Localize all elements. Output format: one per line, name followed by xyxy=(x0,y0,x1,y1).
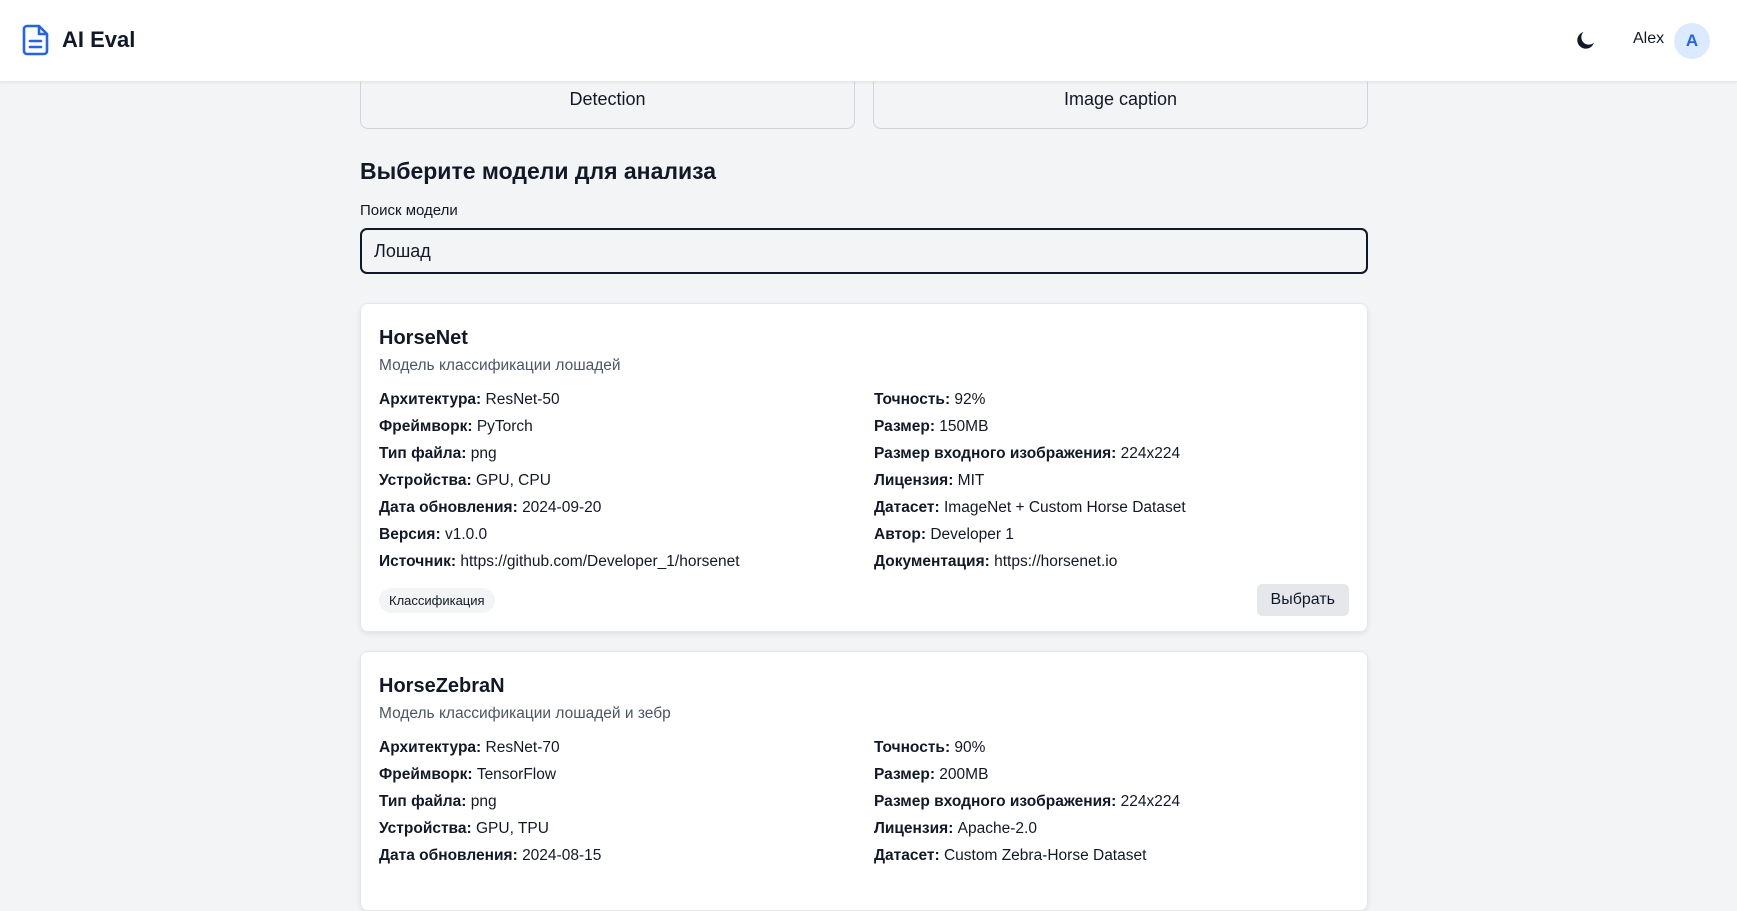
user-name[interactable]: Alex xyxy=(1633,30,1664,48)
search-input[interactable] xyxy=(360,228,1368,274)
app-title: AI Eval xyxy=(62,27,136,52)
brand[interactable]: AI Eval xyxy=(22,24,135,56)
card-footer: Классификация Выбрать xyxy=(379,584,1349,616)
spec-dataset: Датасет: ImageNet + Custom Horse Dataset xyxy=(874,499,1186,516)
document-icon xyxy=(22,24,50,56)
top-bar: AI Eval Alex A xyxy=(0,0,1737,82)
category-tag: Классификация xyxy=(379,587,495,613)
spec-source: Источник: https://github.com/Developer_1… xyxy=(379,553,740,570)
source-link[interactable]: https://github.com/Developer_1/horsenet xyxy=(460,553,739,570)
spec-file-type: Тип файла: png xyxy=(379,445,497,462)
spec-input-size: Размер входного изображения: 224x224 xyxy=(874,445,1181,462)
spec-updated: Дата обновления: 2024-09-20 xyxy=(379,499,602,516)
spec-size: Размер: 200MB xyxy=(874,766,989,783)
spec-version: Версия: v1.0.0 xyxy=(379,526,488,543)
search-label: Поиск модели xyxy=(360,202,458,219)
spec-devices: Устройства: GPU, CPU xyxy=(379,472,551,489)
model-name: HorseZebraN xyxy=(379,675,505,697)
spec-accuracy: Точность: 92% xyxy=(874,391,986,408)
avatar[interactable]: A xyxy=(1674,23,1710,59)
spec-input-size: Размер входного изображения: 224x224 xyxy=(874,793,1181,810)
spec-license: Лицензия: Apache-2.0 xyxy=(874,820,1037,837)
spec-docs: Документация: https://horsenet.io xyxy=(874,553,1118,570)
model-description: Модель классификации лошадей и зебр xyxy=(379,705,671,722)
spec-framework: Фреймворк: TensorFlow xyxy=(379,766,557,783)
model-description: Модель классификации лошадей xyxy=(379,357,621,374)
spec-author: Автор: Developer 1 xyxy=(874,526,1014,543)
model-specs: Архитектура: ResNet-70 Точность: 90% Фре… xyxy=(379,734,1349,869)
spec-architecture: Архитектура: ResNet-50 xyxy=(379,391,560,408)
spec-devices: Устройства: GPU, TPU xyxy=(379,820,549,837)
model-card-horsenet: HorseNet Модель классификации лошадей Ар… xyxy=(360,303,1368,632)
spec-size: Размер: 150MB xyxy=(874,418,989,435)
spec-accuracy: Точность: 90% xyxy=(874,739,986,756)
model-specs: Архитектура: ResNet-50 Точность: 92% Фре… xyxy=(379,386,1349,575)
spec-framework: Фреймворк: PyTorch xyxy=(379,418,533,435)
select-button[interactable]: Выбрать xyxy=(1256,584,1349,616)
model-card-horsezebran: HorseZebraN Модель классификации лошадей… xyxy=(360,651,1368,911)
spec-license: Лицензия: MIT xyxy=(874,472,985,489)
docs-link[interactable]: https://horsenet.io xyxy=(994,553,1117,570)
moon-icon[interactable] xyxy=(1574,28,1598,52)
spec-architecture: Архитектура: ResNet-70 xyxy=(379,739,560,756)
spec-file-type: Тип файла: png xyxy=(379,793,497,810)
section-title: Выберите модели для анализа xyxy=(360,158,717,184)
model-name: HorseNet xyxy=(379,327,468,349)
